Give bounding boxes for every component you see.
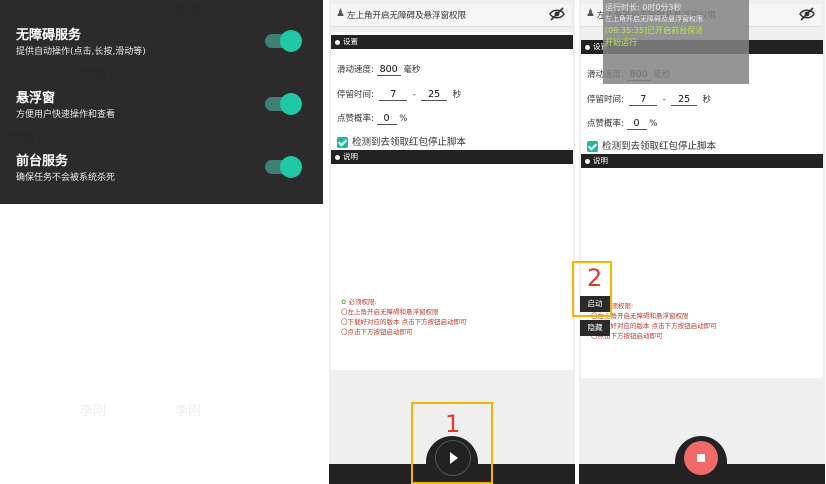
stay-min-input[interactable]: 7	[629, 94, 658, 106]
like-prob-row: 点赞概率: 0 %	[587, 118, 658, 130]
toggle-knob	[280, 156, 302, 178]
service-desc-accessibility: 提供自动操作(点击,长按,滑动等)	[16, 47, 146, 57]
watermark: 李刚	[80, 68, 107, 83]
stay-time-row: 停留时间: 7 - 25 秒	[337, 89, 462, 101]
person-icon: ♟	[586, 8, 595, 19]
scroll-speed-input[interactable]: 800	[376, 64, 401, 76]
permission-line: 〇下载好对应的版本 点击下方按钮启动即可	[341, 318, 467, 326]
service-desc-overlay: 方便用户快速操作和查看	[16, 110, 116, 120]
stay-max-input[interactable]: 25	[671, 94, 698, 106]
foreground-toggle[interactable]	[265, 156, 302, 178]
runtime-text: 运行时长: 0时0分3秒	[605, 3, 682, 12]
eye-off-icon[interactable]	[799, 6, 815, 22]
overlay-toggle[interactable]	[265, 93, 302, 115]
checkbox-checked-icon	[587, 141, 598, 152]
settings-header: 设置	[331, 35, 573, 49]
stop-on-redpacket-checkbox[interactable]: 检测到去领取红包停止脚本	[587, 138, 716, 152]
settings-card: 设置 滑动速度: 800 毫秒 停留时间: 7 - 25 秒 点赞概率: 0 %…	[581, 40, 823, 378]
sprout-icon: ✿	[341, 298, 347, 306]
hide-button[interactable]: 隐藏	[580, 320, 610, 336]
watermark: 李刚	[175, 404, 202, 419]
permission-title: ✿ 必须权限:	[341, 298, 377, 306]
toggle-knob	[280, 30, 302, 52]
permission-hint-bar[interactable]: ♟ 左上角开启无障碍及悬浮窗权限	[331, 4, 571, 27]
service-settings-panel: 无障碍服务 提供自动操作(点击,长按,滑动等) 悬浮窗 方便用户快速操作和查看 …	[0, 0, 323, 204]
like-prob-input[interactable]: 0	[626, 118, 647, 130]
like-prob-row: 点赞概率: 0 %	[337, 113, 408, 125]
stop-button[interactable]	[684, 441, 718, 475]
checkbox-checked-icon	[337, 137, 348, 148]
permission-hint-text: 左上角开启无障碍及悬浮窗权限	[347, 11, 467, 21]
settings-card: 设置 滑动速度: 800 毫秒 停留时间: 7 - 25 秒 点赞概率: 0 %…	[331, 32, 573, 370]
toggle-knob	[280, 93, 302, 115]
service-title-foreground: 前台服务	[16, 154, 69, 169]
stay-min-input[interactable]: 7	[379, 89, 408, 101]
service-desc-foreground: 确保任务不会被系统杀死	[16, 173, 116, 183]
stay-max-input[interactable]: 25	[421, 89, 448, 101]
log-line: [09:35:35]已开启前台保活	[605, 26, 704, 35]
app-screen-idle: ♟ 左上角开启无障碍及悬浮窗权限 设置 滑动速度: 800 毫秒 停留时间: 7…	[329, 0, 575, 484]
service-title-accessibility: 无障碍服务	[16, 28, 82, 43]
scroll-speed-row: 滑动速度: 800 毫秒	[337, 64, 421, 76]
description-header: 说明	[331, 150, 573, 164]
floating-log-window[interactable]: 运行时长: 0时0分3秒 左上角开启无障碍及悬浮窗权限 [09:35:35]已开…	[603, 0, 749, 84]
service-title-overlay: 悬浮窗	[16, 91, 56, 106]
person-icon: ♟	[336, 8, 345, 19]
watermark: 李刚	[175, 4, 202, 19]
log-line: 开始运行	[605, 38, 637, 47]
accessibility-toggle[interactable]	[265, 30, 302, 52]
permission-line: 〇点击下方按钮启动即可	[341, 328, 413, 336]
step-number-2: 2	[587, 264, 603, 292]
watermark: 李刚	[8, 132, 35, 147]
description-header: 说明	[581, 154, 823, 168]
app-screen-running: ♟ 左上角开启无障碍及悬浮窗权限 设置 滑动速度: 800 毫秒 停留时间: 7…	[572, 0, 825, 484]
step-number-1: 1	[445, 410, 461, 438]
permission-line: 〇左上角开启无障碍和悬浮窗权限	[341, 308, 439, 316]
overlay-hint-text: 左上角开启无障碍及悬浮窗权限	[605, 15, 703, 23]
watermark: 李刚	[80, 404, 107, 419]
stop-on-redpacket-checkbox[interactable]: 检测到去领取红包停止脚本	[337, 134, 466, 148]
like-prob-input[interactable]: 0	[376, 113, 397, 125]
stay-time-row: 停留时间: 7 - 25 秒	[587, 94, 712, 106]
eye-off-icon[interactable]	[549, 6, 565, 22]
